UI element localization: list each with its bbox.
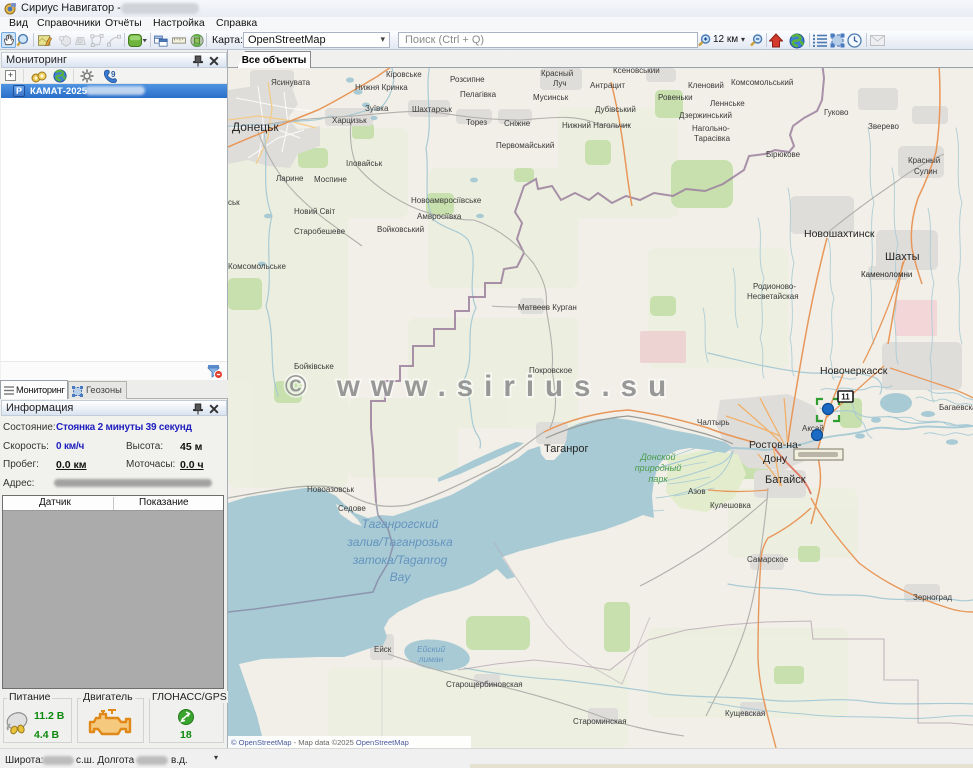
svg-text:Багаевская: Багаевская xyxy=(939,403,973,412)
svg-text:Каменоломни: Каменоломни xyxy=(861,270,912,279)
svg-text:Bay: Bay xyxy=(390,570,412,584)
svg-text:Пелагівка: Пелагівка xyxy=(460,90,497,99)
svg-text:Нижня Кринка: Нижня Кринка xyxy=(355,83,408,92)
svg-text:Батайск: Батайск xyxy=(765,474,806,486)
svg-text:Чалтырь: Чалтырь xyxy=(697,418,729,427)
svg-text:© www.sirius.su: © www.sirius.su xyxy=(285,370,677,403)
svg-text:Красный: Красный xyxy=(541,69,573,78)
svg-text:Таганрогский: Таганрогский xyxy=(362,517,439,531)
svg-text:Сулин: Сулин xyxy=(914,167,937,176)
svg-text:Іловайськ: Іловайськ xyxy=(346,159,383,168)
svg-text:затока/Taganrog: затока/Taganrog xyxy=(352,553,448,567)
svg-text:Ларине: Ларине xyxy=(276,174,304,183)
svg-text:Донской: Донской xyxy=(639,452,675,462)
svg-text:Шахты: Шахты xyxy=(885,251,920,263)
svg-text:Таганрог: Таганрог xyxy=(544,443,589,455)
svg-text:Кулешовка: Кулешовка xyxy=(710,501,751,510)
svg-text:Первомайський: Первомайський xyxy=(496,141,554,150)
svg-text:Кленовий: Кленовий xyxy=(688,81,724,90)
svg-text:Новошахтинск: Новошахтинск xyxy=(804,228,875,240)
svg-text:Матвеев Курган: Матвеев Курган xyxy=(518,303,577,312)
svg-text:Кіровське: Кіровське xyxy=(386,70,422,79)
svg-text:Нагольно-: Нагольно- xyxy=(692,124,730,133)
svg-text:9: 9 xyxy=(111,70,116,79)
svg-text:Зуївка: Зуївка xyxy=(365,104,389,113)
svg-text:Зверево: Зверево xyxy=(868,122,900,131)
svg-text:лиман: лиман xyxy=(418,654,444,664)
svg-text:Гуково: Гуково xyxy=(824,108,849,117)
svg-text:Розсипне: Розсипне xyxy=(450,75,485,84)
svg-text:природный: природный xyxy=(635,463,682,473)
svg-text:Кущевская: Кущевская xyxy=(725,709,765,718)
svg-text:Ровеньки: Ровеньки xyxy=(658,93,693,102)
svg-text:Антрацит: Антрацит xyxy=(590,81,625,90)
svg-text:Ейский: Ейский xyxy=(417,644,445,654)
svg-text:Тарасівка: Тарасівка xyxy=(694,134,731,143)
svg-text:Самарское: Самарское xyxy=(747,555,789,564)
svg-text:Комсомольський: Комсомольський xyxy=(731,78,793,87)
svg-text:Седове: Седове xyxy=(338,504,366,513)
svg-text:Новий Світ: Новий Світ xyxy=(294,207,335,216)
svg-text:Красный: Красный xyxy=(908,156,940,165)
svg-text:Донецьк: Донецьк xyxy=(232,120,279,134)
svg-text:Дубівський: Дубівський xyxy=(595,105,636,114)
svg-text:Родионово-: Родионово- xyxy=(753,282,796,291)
svg-text:Мусинськ: Мусинськ xyxy=(533,93,569,102)
svg-text:Моспине: Моспине xyxy=(314,175,347,184)
svg-text:залив/Таганрозька: залив/Таганрозька xyxy=(346,535,453,549)
svg-text:Новочеркасск: Новочеркасск xyxy=(820,365,888,377)
svg-text:Староминская: Староминская xyxy=(573,717,627,726)
svg-text:Бірюкове: Бірюкове xyxy=(766,150,801,159)
svg-text:Старощербиновская: Старощербиновская xyxy=(446,680,523,689)
svg-text:ськ: ськ xyxy=(228,198,240,207)
svg-text:Торез: Торез xyxy=(466,118,487,127)
svg-text:Ейск: Ейск xyxy=(374,645,392,654)
svg-text:Дзержинський: Дзержинський xyxy=(679,111,732,120)
svg-text:Старобешеве: Старобешеве xyxy=(294,227,346,236)
svg-text:Харцизьк: Харцизьк xyxy=(332,116,367,125)
svg-text:Новоазовськ: Новоазовськ xyxy=(307,485,355,494)
svg-text:Войковський: Войковський xyxy=(377,225,424,234)
svg-text:парк: парк xyxy=(648,474,668,484)
svg-text:11: 11 xyxy=(841,393,850,402)
svg-text:Ясинувата: Ясинувата xyxy=(271,78,311,87)
svg-text:Амвросіївка: Амвросіївка xyxy=(417,212,462,221)
svg-text:Зерноград: Зерноград xyxy=(913,593,952,602)
svg-text:Комсомольське: Комсомольське xyxy=(228,262,287,271)
svg-text:Шахтарськ: Шахтарськ xyxy=(412,105,452,114)
svg-text:Леннське: Леннське xyxy=(710,99,745,108)
svg-text:Сніжне: Сніжне xyxy=(504,119,531,128)
svg-text:Несветайская: Несветайская xyxy=(747,292,799,301)
svg-text:Новоамвросіївське: Новоамвросіївське xyxy=(411,196,482,205)
svg-text:© OpenStreetMap - Map data ©20: © OpenStreetMap - Map data ©2025 OpenStr… xyxy=(231,738,409,747)
svg-text:Луч: Луч xyxy=(553,79,567,88)
svg-text:Дону: Дону xyxy=(763,453,788,465)
svg-text:Ксеновський: Ксеновський xyxy=(613,68,660,75)
svg-text:Азов: Азов xyxy=(688,487,706,496)
svg-text:Нижний Нагольчик: Нижний Нагольчик xyxy=(562,121,631,130)
